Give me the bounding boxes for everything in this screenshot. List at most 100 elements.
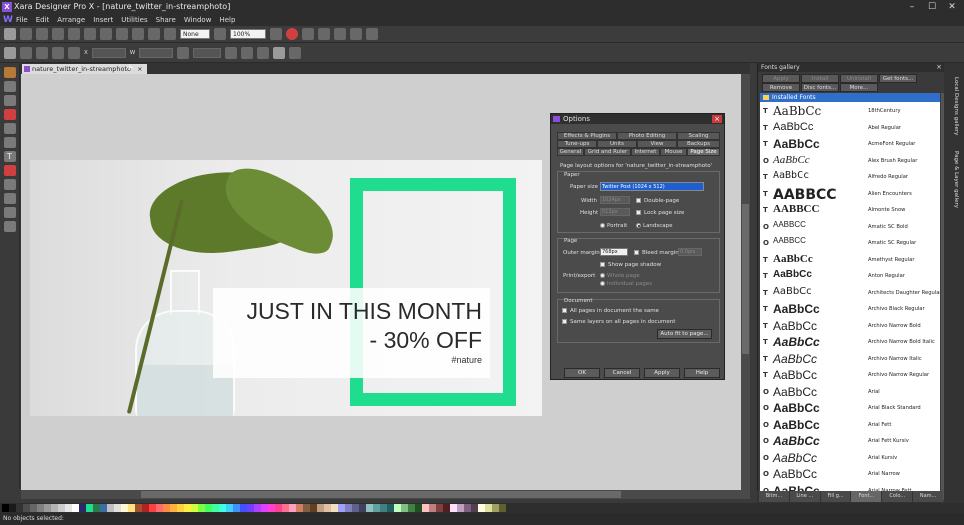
- installed-fonts-folder[interactable]: Installed Fonts: [760, 93, 940, 102]
- colour-swatch[interactable]: [184, 504, 191, 512]
- font-list-item[interactable]: T AaBbCc Archivo Narrow Bold Italic: [760, 334, 940, 351]
- aspect-lock-icon[interactable]: [177, 46, 190, 59]
- menu-share[interactable]: Share: [156, 16, 176, 24]
- zoom-select[interactable]: 100%: [230, 29, 266, 39]
- paste-special-icon[interactable]: [100, 28, 112, 40]
- font-list-item[interactable]: O AaBbCc Arial Black Standard: [760, 400, 940, 417]
- maximize-button[interactable]: ☐: [925, 0, 939, 14]
- colour-swatch[interactable]: [2, 504, 9, 512]
- landscape-radio[interactable]: [636, 223, 641, 228]
- font-list-item[interactable]: T AaBbCc 18thCentury: [760, 103, 940, 120]
- tab-mouse[interactable]: Mouse: [660, 148, 687, 156]
- fill-gallery-tab[interactable]: Fill g...: [820, 491, 851, 502]
- width-field[interactable]: 1024px: [600, 196, 630, 204]
- zoom-tool-icon[interactable]: [3, 221, 16, 232]
- headline-line-2[interactable]: - 30% OFF: [370, 327, 482, 354]
- colour-swatch[interactable]: [65, 504, 72, 512]
- close-window-button[interactable]: ✕: [945, 0, 959, 14]
- help-button[interactable]: Help: [684, 368, 720, 378]
- get-fonts-button[interactable]: Get fonts...: [879, 74, 917, 83]
- colour-swatch[interactable]: [30, 504, 37, 512]
- redo-icon[interactable]: [148, 28, 160, 40]
- colour-swatch[interactable]: [471, 504, 478, 512]
- transparency-tool-icon[interactable]: [3, 179, 16, 190]
- vertical-scroll-thumb[interactable]: [742, 204, 749, 354]
- colour-swatch[interactable]: [170, 504, 177, 512]
- font-list-item[interactable]: T AABBCC Almonte Snow: [760, 202, 940, 219]
- colour-swatch[interactable]: [93, 504, 100, 512]
- local-designs-gallery-tab[interactable]: Local Designs gallery: [949, 77, 959, 135]
- document-page[interactable]: JUST IN THIS MONTH - 30% OFF #nature: [30, 160, 542, 416]
- menu-insert[interactable]: Insert: [93, 16, 113, 24]
- w-field[interactable]: [139, 47, 174, 58]
- disc-fonts-button[interactable]: Disc fonts...: [801, 83, 839, 92]
- colour-swatch[interactable]: [478, 504, 485, 512]
- print-icon[interactable]: [52, 28, 64, 40]
- tab-view[interactable]: View: [637, 140, 677, 148]
- colour-swatch[interactable]: [149, 504, 156, 512]
- colour-swatch[interactable]: [464, 504, 471, 512]
- save-icon[interactable]: [36, 28, 48, 40]
- eraser-tool-icon[interactable]: [3, 109, 16, 120]
- tab-internet[interactable]: Internet: [631, 148, 660, 156]
- colour-swatch[interactable]: [44, 504, 51, 512]
- flip-icon[interactable]: [52, 46, 64, 59]
- scale-lines-icon[interactable]: [273, 46, 286, 59]
- delete-icon[interactable]: [116, 28, 128, 40]
- preview-icon[interactable]: [350, 28, 362, 40]
- horizontal-scrollbar[interactable]: [21, 490, 750, 499]
- colour-swatch[interactable]: [457, 504, 464, 512]
- colour-swatch[interactable]: [408, 504, 415, 512]
- colour-swatch[interactable]: [142, 504, 149, 512]
- fill-tool-icon[interactable]: [3, 165, 16, 176]
- colour-swatch[interactable]: [121, 504, 128, 512]
- colour-swatch[interactable]: [177, 504, 184, 512]
- colour-swatch[interactable]: [345, 504, 352, 512]
- colour-swatch[interactable]: [163, 504, 170, 512]
- outer-margin-field[interactable]: 768px: [600, 248, 628, 256]
- colour-swatch[interactable]: [37, 504, 44, 512]
- font-list-item[interactable]: T AaBbCc Amethyst Regular: [760, 252, 940, 269]
- shadow-tool-icon[interactable]: [3, 193, 16, 204]
- colour-swatch[interactable]: [233, 504, 240, 512]
- colour-palette[interactable]: [0, 503, 964, 513]
- colour-swatch[interactable]: [205, 504, 212, 512]
- colour-swatch[interactable]: [366, 504, 373, 512]
- colour-swatch[interactable]: [23, 504, 30, 512]
- tab-backups[interactable]: Backups: [677, 140, 720, 148]
- font-list-item[interactable]: T AaBbCc Architects Daughter Regular: [760, 285, 940, 302]
- bitmap-gallery-tab[interactable]: Bitm...: [759, 491, 789, 502]
- colour-swatch[interactable]: [485, 504, 492, 512]
- apply-font-button[interactable]: Apply: [762, 74, 800, 83]
- menu-arrange[interactable]: Arrange: [57, 16, 85, 24]
- colour-swatch[interactable]: [492, 504, 499, 512]
- whole-page-radio[interactable]: [600, 273, 605, 278]
- contour-tool-icon[interactable]: [3, 81, 16, 92]
- fill-mode-icon[interactable]: [36, 46, 48, 59]
- lock-page-size-checkbox[interactable]: [636, 210, 641, 215]
- colour-swatch[interactable]: [58, 504, 65, 512]
- font-list-item[interactable]: O AaBbCc Alex Brush Regular: [760, 153, 940, 170]
- font-list-item[interactable]: O AaBbCc Arial Fett Kursiv: [760, 433, 940, 450]
- headline-line-1[interactable]: JUST IN THIS MONTH: [246, 298, 482, 325]
- colour-swatch[interactable]: [359, 504, 366, 512]
- ok-button[interactable]: OK: [564, 368, 600, 378]
- colour-swatch[interactable]: [324, 504, 331, 512]
- colour-swatch[interactable]: [198, 504, 205, 512]
- zoom-fit-icon[interactable]: [270, 28, 282, 40]
- page-layer-gallery-tab[interactable]: Page & Layer gallery: [949, 151, 959, 208]
- colour-swatch[interactable]: [86, 504, 93, 512]
- font-list-item[interactable]: T AaBbCc Archivo Narrow Bold: [760, 318, 940, 335]
- portrait-radio[interactable]: [600, 223, 605, 228]
- bleed-margin-field[interactable]: 0.0pix: [678, 248, 702, 256]
- hashtag-text[interactable]: #nature: [451, 355, 482, 365]
- font-list[interactable]: Installed Fonts T AaBbCc 18thCentury T AaBbC…: [760, 93, 940, 500]
- colour-swatch[interactable]: [107, 504, 114, 512]
- font-list-item[interactable]: O AaBbCc Arial Fett: [760, 417, 940, 434]
- colour-swatch[interactable]: [156, 504, 163, 512]
- tab-grid-and-ruler[interactable]: Grid and Ruler: [584, 148, 631, 156]
- blend-mode-select[interactable]: None: [180, 29, 210, 39]
- colour-swatch[interactable]: [219, 504, 226, 512]
- tab-tune-ups[interactable]: Tune-ups: [557, 140, 597, 148]
- colour-swatch[interactable]: [499, 504, 506, 512]
